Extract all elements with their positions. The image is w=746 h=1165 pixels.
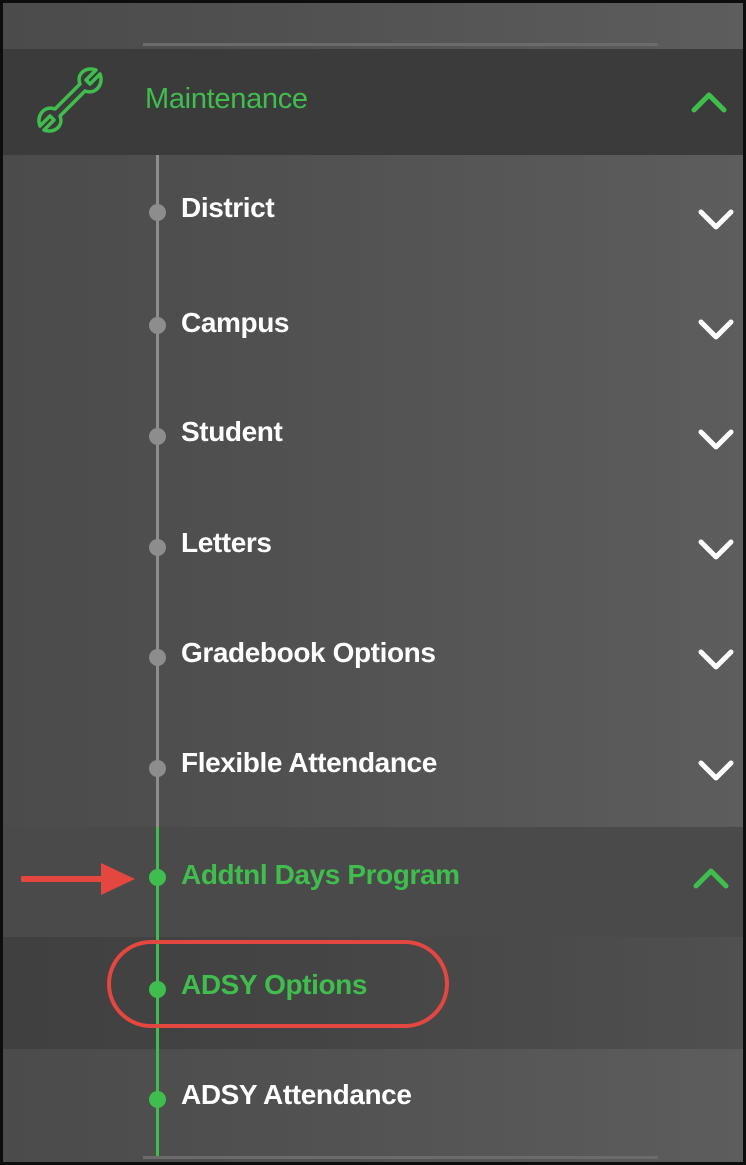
chevron-down-icon[interactable] [696,647,736,673]
wrench-icon [37,67,103,133]
tree-node-dot [149,649,166,666]
tree-node-dot [149,760,166,777]
red-arrow-annotation [21,863,135,895]
bottom-divider [143,1156,658,1159]
tree-node-dot-active [149,1091,166,1108]
submenu-item-adsy-attendance[interactable]: ADSY Attendance [181,1079,412,1111]
chevron-up-icon[interactable] [689,89,729,115]
chevron-up-icon[interactable] [691,865,731,891]
menu-item-letters[interactable]: Letters [181,527,272,559]
menu-item-flexible-attendance[interactable]: Flexible Attendance [181,747,437,779]
menu-item-campus[interactable]: Campus [181,307,289,339]
menu-item-district[interactable]: District [181,192,275,224]
chevron-down-icon[interactable] [696,427,736,453]
maintenance-label: Maintenance [145,83,308,115]
maintenance-header[interactable] [3,49,743,155]
chevron-down-icon[interactable] [696,317,736,343]
tree-node-dot-active [149,869,166,886]
menu-item-addtnl-days-program[interactable]: Addtnl Days Program [181,859,460,891]
tree-node-dot [149,204,166,221]
chevron-down-icon[interactable] [696,758,736,784]
tree-connector-line [156,155,159,827]
tree-node-dot [149,317,166,334]
tree-node-dot [149,428,166,445]
top-divider [143,43,658,46]
red-circle-annotation [107,940,449,1028]
tree-node-dot [149,539,166,556]
maintenance-menu-panel: Maintenance District Campus Student Lett… [0,0,746,1165]
chevron-down-icon[interactable] [696,537,736,563]
menu-item-gradebook-options[interactable]: Gradebook Options [181,637,436,669]
menu-item-student[interactable]: Student [181,416,283,448]
chevron-down-icon[interactable] [696,207,736,233]
